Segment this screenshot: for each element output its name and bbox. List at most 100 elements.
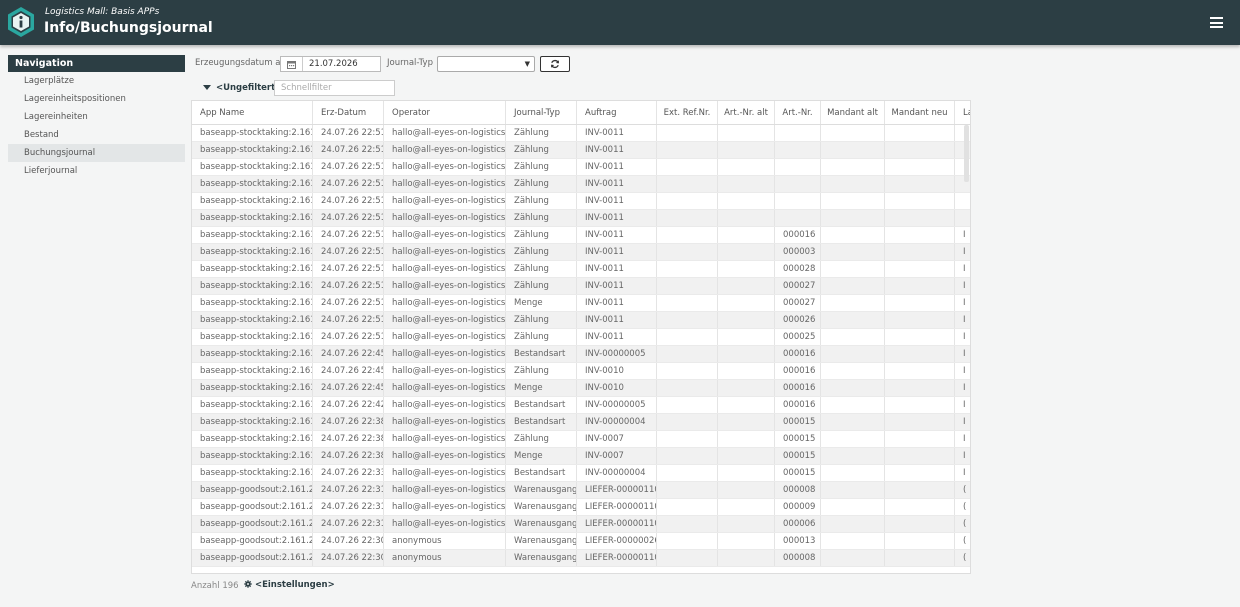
nav-item[interactable]: Lagereinheiten bbox=[8, 108, 185, 126]
table-row[interactable]: baseapp-stocktaking:2.161.2 24.07.26 22:5… bbox=[192, 176, 970, 193]
table-cell: baseapp-stocktaking:2.161.2 bbox=[192, 448, 313, 464]
table-row[interactable]: baseapp-stocktaking:2.161.2 24.07.26 22:5… bbox=[192, 329, 970, 346]
table-row[interactable]: baseapp-stocktaking:2.161.2 24.07.26 22:5… bbox=[192, 278, 970, 295]
table-row[interactable]: baseapp-goodsout:2.161.2 24.07.26 22:30 an… bbox=[192, 550, 970, 567]
table-row[interactable]: baseapp-goodsout:2.161.2 24.07.26 22:31 ha… bbox=[192, 499, 970, 516]
column-header[interactable]: Operator bbox=[384, 101, 506, 124]
app-header: Logistics Mall: Basis APPs Info/Buchungs… bbox=[0, 0, 1240, 45]
table-cell bbox=[718, 210, 775, 226]
table-cell bbox=[657, 142, 718, 158]
table-cell bbox=[657, 550, 718, 566]
table-cell bbox=[821, 227, 885, 243]
table-cell: INV-0011 bbox=[577, 125, 657, 141]
table-row[interactable]: baseapp-goodsout:2.161.2 24.07.26 22:31 ha… bbox=[192, 516, 970, 533]
column-header[interactable]: Erz-Datum bbox=[313, 101, 384, 124]
table-row[interactable]: baseapp-stocktaking:2.161.2 24.07.26 22:5… bbox=[192, 295, 970, 312]
table-cell bbox=[885, 499, 955, 515]
table-row[interactable]: baseapp-goodsout:2.161.2 24.07.26 22:30 an… bbox=[192, 533, 970, 550]
table-cell: baseapp-stocktaking:2.161.2 bbox=[192, 125, 313, 141]
quick-filter-input[interactable] bbox=[274, 80, 395, 96]
table-scrollbar[interactable] bbox=[964, 125, 969, 182]
filter-toggle[interactable]: <Ungefiltert> bbox=[203, 83, 282, 93]
table-cell bbox=[657, 499, 718, 515]
nav-item[interactable]: Lieferjournal bbox=[8, 162, 185, 180]
table-row[interactable]: baseapp-stocktaking:2.161.2 24.07.26 22:5… bbox=[192, 210, 970, 227]
column-header[interactable]: La bbox=[955, 101, 970, 124]
column-header[interactable]: App Name bbox=[192, 101, 313, 124]
table-cell: baseapp-stocktaking:2.161.2 bbox=[192, 397, 313, 413]
column-header[interactable]: Ext. Ref.Nr. bbox=[657, 101, 718, 124]
column-header[interactable]: Art.-Nr. bbox=[775, 101, 821, 124]
table-row[interactable]: baseapp-stocktaking:2.161.2 24.07.26 22:4… bbox=[192, 380, 970, 397]
table-cell: 24.07.26 22:51 bbox=[313, 159, 384, 175]
table-cell: ( bbox=[955, 516, 970, 532]
table-row[interactable]: baseapp-stocktaking:2.161.2 24.07.26 22:3… bbox=[192, 431, 970, 448]
journal-type-select[interactable]: ▼ bbox=[437, 56, 535, 72]
table-cell bbox=[657, 210, 718, 226]
table-cell bbox=[885, 414, 955, 430]
nav-item[interactable]: Lagerplätze bbox=[8, 72, 185, 90]
info-hexagon-icon bbox=[8, 7, 34, 37]
table-row[interactable]: baseapp-stocktaking:2.161.2 24.07.26 22:5… bbox=[192, 193, 970, 210]
table-cell bbox=[885, 482, 955, 498]
table-cell bbox=[718, 550, 775, 566]
table-cell: INV-0011 bbox=[577, 278, 657, 294]
table-cell bbox=[718, 482, 775, 498]
table-cell bbox=[821, 125, 885, 141]
table-cell: 000027 bbox=[775, 278, 821, 294]
table-cell: baseapp-stocktaking:2.161.2 bbox=[192, 431, 313, 447]
table-row[interactable]: baseapp-goodsout:2.161.2 24.07.26 22:31 ha… bbox=[192, 482, 970, 499]
table-cell bbox=[821, 278, 885, 294]
table-cell bbox=[885, 533, 955, 549]
table-cell: 24.07.26 22:45 bbox=[313, 346, 384, 362]
table-cell: Zählung bbox=[506, 193, 577, 209]
table-row[interactable]: baseapp-stocktaking:2.161.2 24.07.26 22:4… bbox=[192, 397, 970, 414]
journal-type-value bbox=[438, 68, 448, 72]
table-row[interactable]: baseapp-stocktaking:2.161.2 24.07.26 22:4… bbox=[192, 363, 970, 380]
table-cell bbox=[885, 329, 955, 345]
table-row[interactable]: baseapp-stocktaking:2.161.2 24.07.26 22:5… bbox=[192, 312, 970, 329]
table-cell bbox=[718, 278, 775, 294]
hamburger-menu-icon[interactable] bbox=[1210, 17, 1223, 28]
settings-link[interactable]: <Einstellungen> bbox=[244, 580, 335, 590]
table-row[interactable]: baseapp-stocktaking:2.161.2 24.07.26 22:5… bbox=[192, 125, 970, 142]
table-cell: baseapp-stocktaking:2.161.2 bbox=[192, 159, 313, 175]
date-filter-field[interactable]: 21.07.2026 bbox=[280, 56, 381, 72]
column-header[interactable]: Mandant alt bbox=[821, 101, 885, 124]
table-cell: Menge bbox=[506, 448, 577, 464]
table-row[interactable]: baseapp-stocktaking:2.161.2 24.07.26 22:3… bbox=[192, 448, 970, 465]
table-row[interactable]: baseapp-stocktaking:2.161.2 24.07.26 22:5… bbox=[192, 227, 970, 244]
nav-item[interactable]: Lagereinheitspositionen bbox=[8, 90, 185, 108]
table-row[interactable]: baseapp-stocktaking:2.161.2 24.07.26 22:5… bbox=[192, 261, 970, 278]
nav-item[interactable]: Bestand bbox=[8, 126, 185, 144]
table-cell: Zählung bbox=[506, 244, 577, 260]
table-row[interactable]: baseapp-stocktaking:2.161.2 24.07.26 22:5… bbox=[192, 244, 970, 261]
refresh-button[interactable] bbox=[540, 56, 570, 72]
column-header[interactable]: Auftrag bbox=[577, 101, 657, 124]
table-cell: Zählung bbox=[506, 227, 577, 243]
table-row[interactable]: baseapp-stocktaking:2.161.2 24.07.26 22:3… bbox=[192, 465, 970, 482]
calendar-icon[interactable] bbox=[281, 57, 303, 71]
table-cell: baseapp-goodsout:2.161.2 bbox=[192, 550, 313, 566]
table-row[interactable]: baseapp-stocktaking:2.161.2 24.07.26 22:3… bbox=[192, 414, 970, 431]
table-cell: I bbox=[955, 312, 970, 328]
table-cell: hallo@all-eyes-on-logistics.de bbox=[384, 380, 506, 396]
table-cell: I bbox=[955, 397, 970, 413]
table-cell: baseapp-stocktaking:2.161.2 bbox=[192, 295, 313, 311]
column-header[interactable]: Journal-Typ bbox=[506, 101, 577, 124]
table-cell: Warenausgang bbox=[506, 550, 577, 566]
table-cell bbox=[821, 295, 885, 311]
table-cell: INV-0007 bbox=[577, 448, 657, 464]
column-header[interactable]: Art.-Nr. alt bbox=[718, 101, 775, 124]
table-row[interactable]: baseapp-stocktaking:2.161.2 24.07.26 22:4… bbox=[192, 346, 970, 363]
table-row[interactable]: baseapp-stocktaking:2.161.2 24.07.26 22:5… bbox=[192, 142, 970, 159]
table-cell: I bbox=[955, 363, 970, 379]
column-header[interactable]: Mandant neu bbox=[885, 101, 955, 124]
table-cell: 000016 bbox=[775, 397, 821, 413]
table-cell: I bbox=[955, 448, 970, 464]
table-cell bbox=[885, 227, 955, 243]
table-row[interactable]: baseapp-stocktaking:2.161.2 24.07.26 22:5… bbox=[192, 159, 970, 176]
table-cell bbox=[885, 550, 955, 566]
table-cell bbox=[718, 346, 775, 362]
nav-item[interactable]: Buchungsjournal bbox=[8, 144, 185, 162]
